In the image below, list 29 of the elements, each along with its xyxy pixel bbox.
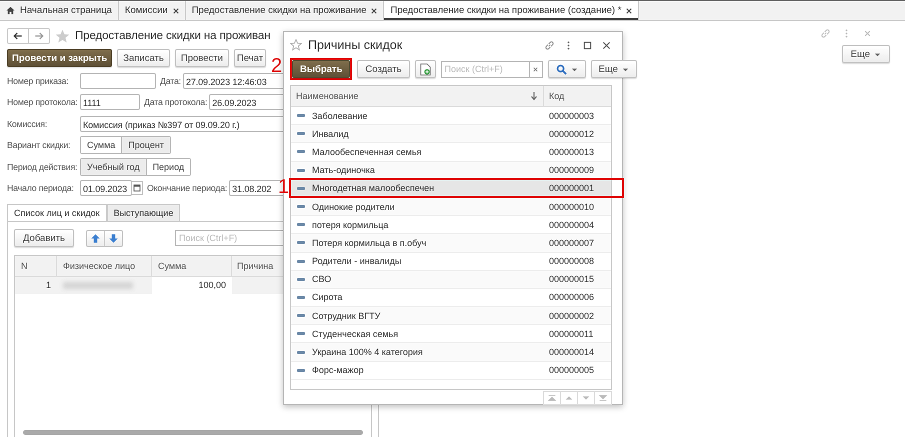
field-label: Дата: [160, 76, 181, 86]
table-cell-text: 000000011 [548, 328, 594, 339]
table-cell-text: 000000007 [548, 238, 594, 248]
field-label: Вариант скидки: [7, 140, 72, 150]
field-label: Комиссия: [7, 118, 48, 129]
field-label: Начало периода: [7, 183, 75, 194]
field-label: Окончание периода: [147, 183, 228, 194]
table-cell-text: 000000012 [548, 128, 594, 139]
dialog-title: Причины скидок [308, 38, 402, 52]
table-cell-text: 000000001 [548, 183, 594, 194]
table-cell-text: 000000013 [548, 146, 594, 157]
table-cell-text: 000000014 [548, 347, 594, 358]
field-label: Номер протокола: [7, 97, 79, 108]
field-label: Номер приказа: [7, 76, 70, 86]
table-cell-text: 000000008 [548, 256, 594, 266]
table-cell-text: 000000003 [548, 110, 594, 121]
table-cell-text: 000000010 [548, 202, 594, 212]
table-cell-text: 000000002 [548, 310, 594, 321]
table-cell-text: 000000015 [548, 274, 594, 284]
table-cell-text: 000000005 [548, 365, 594, 376]
form-title: Предоставление скидки на проживан [75, 30, 270, 42]
field-label: Дата протокола: [144, 97, 208, 108]
annotation-number: 1 [278, 176, 290, 197]
table-cell-text: 1 [44, 279, 52, 292]
table-cell-text: 000000006 [548, 292, 594, 302]
table-cell-text: 000000004 [548, 220, 594, 230]
field-label: Период действия: [7, 162, 78, 172]
table-cell-text: 000000009 [548, 165, 594, 176]
table-cell: 100,00 [152, 277, 232, 294]
